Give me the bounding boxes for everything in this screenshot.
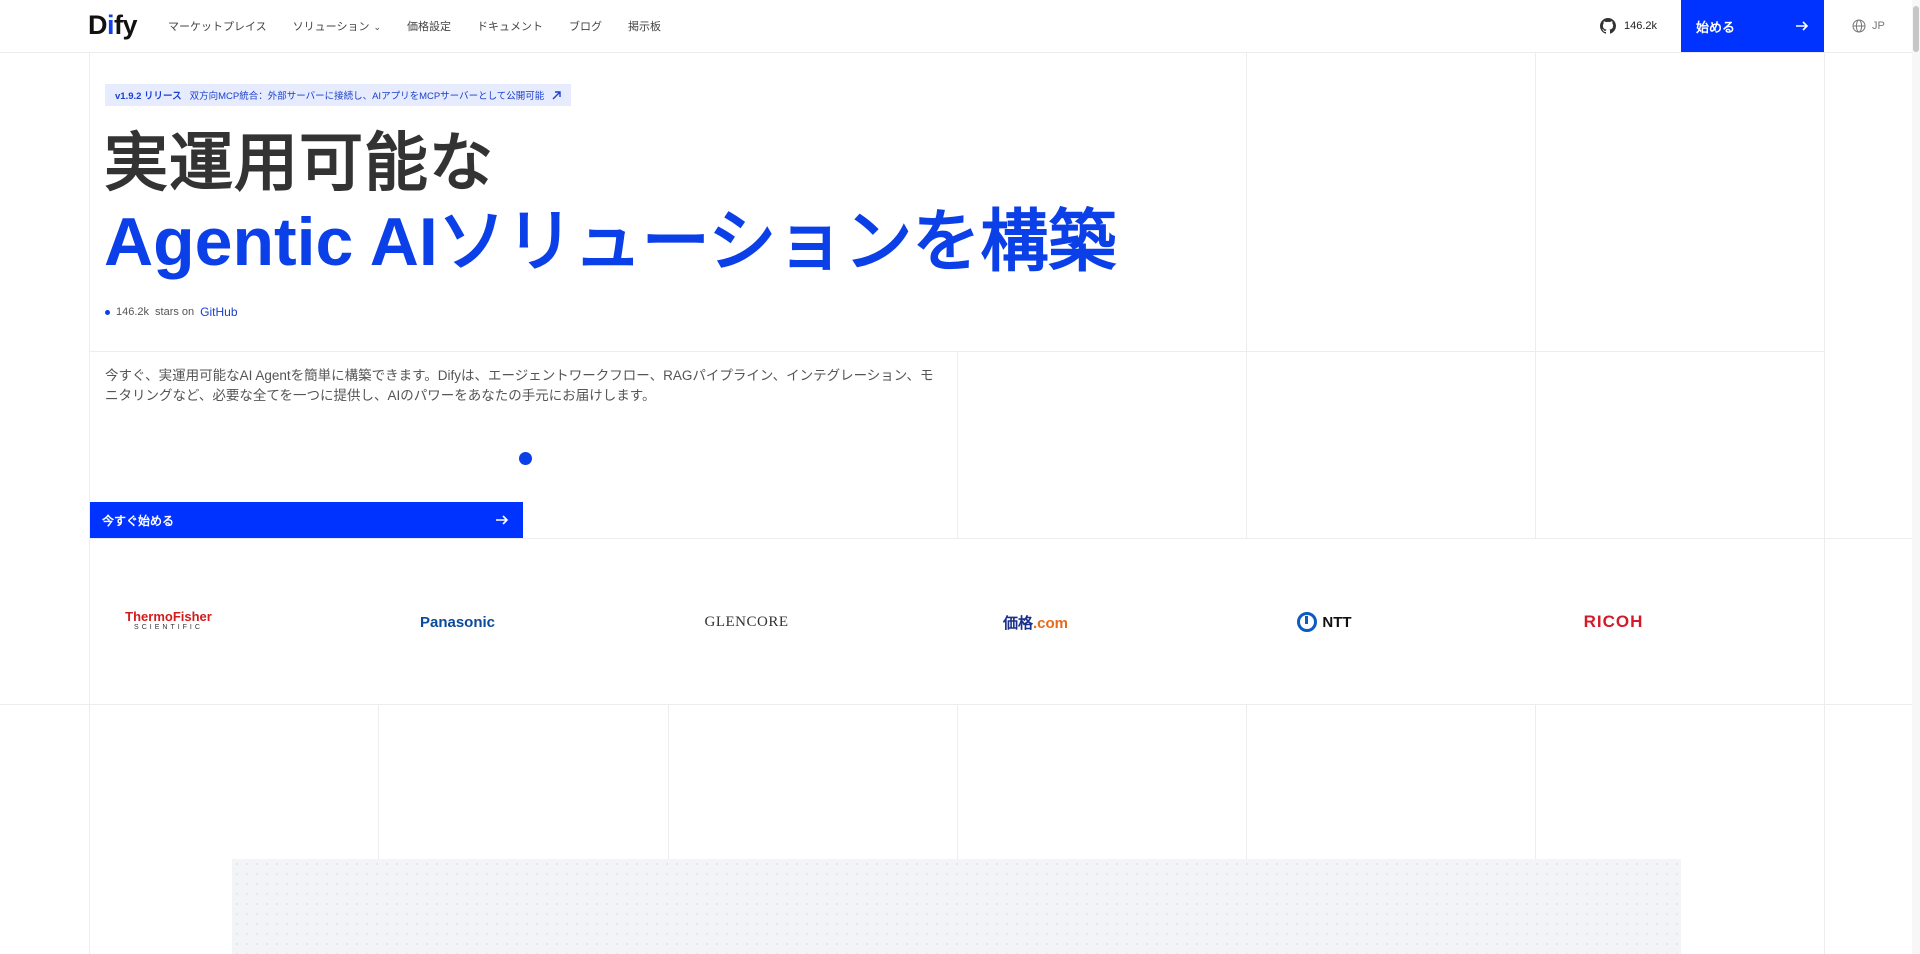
grid-line [1824, 52, 1825, 954]
grid-line [89, 351, 1825, 352]
language-code: JP [1872, 20, 1885, 32]
arrow-right-icon [1796, 21, 1809, 31]
logo-ntt: NTT [1180, 592, 1469, 652]
start-now-button[interactable]: 今すぐ始める [90, 502, 523, 538]
github-stars-note: 146.2k stars on GitHub [105, 305, 238, 319]
globe-icon [1852, 19, 1866, 33]
github-icon [1600, 18, 1616, 34]
grid-line [1246, 52, 1247, 538]
hero-title-line2: Agentic AIソリューションを構築 [104, 204, 1117, 280]
github-link[interactable]: GitHub [200, 305, 237, 319]
github-star-count: 146.2k [1624, 20, 1658, 32]
scrollbar-thumb[interactable] [1913, 6, 1919, 52]
grid-line [957, 352, 958, 538]
dify-logo[interactable]: Dify [88, 10, 138, 41]
bullet-dot [105, 309, 110, 315]
grid-line [89, 538, 1913, 539]
external-arrow-icon [552, 90, 562, 99]
get-started-button[interactable]: 始める [1681, 0, 1824, 52]
release-announcement[interactable]: v1.9.2 リリース 双方向MCP統合：外部サーバーに接続し、AIアプリをMC… [105, 84, 572, 106]
stars-mid-text: stars on [155, 306, 195, 318]
decorative-dot [519, 452, 532, 465]
logo-glencore: GLENCORE [704, 613, 789, 630]
main-nav: マーケットプレイス ソリューション ⌄ 価格設定 ドキュメント ブログ 掲示板 [168, 0, 661, 52]
release-version: v1.9.2 リリース [115, 91, 182, 102]
ntt-mark-icon [1297, 612, 1318, 632]
language-switcher[interactable]: JP [1852, 0, 1885, 52]
nav-pricing[interactable]: 価格設定 [407, 18, 451, 34]
arrow-right-icon [496, 515, 509, 525]
grid-line [1535, 52, 1536, 538]
hero-title-line1: 実運用可能な [104, 127, 494, 199]
chevron-down-icon: ⌄ [373, 22, 381, 32]
nav-marketplace[interactable]: マーケットプレイス [168, 18, 267, 34]
github-stars-link[interactable]: 146.2k [1600, 0, 1657, 52]
start-now-label: 今すぐ始める [102, 513, 175, 528]
top-header: Dify マーケットプレイス ソリューション ⌄ 価格設定 ドキュメント ブログ … [0, 0, 1920, 53]
get-started-label: 始める [1696, 19, 1736, 35]
stars-count: 146.2k [116, 306, 150, 318]
product-demo-panel [232, 859, 1681, 954]
logo-panasonic: Panasonic [419, 613, 496, 631]
grid-line [0, 704, 1912, 705]
logo-kakaku: 価格.com [1002, 614, 1069, 632]
nav-docs[interactable]: ドキュメント [477, 18, 543, 34]
logo-thermofisher: ThermoFisher SCIENTIFIC [125, 609, 212, 631]
logo-ricoh: RICOH [1583, 612, 1644, 631]
nav-solutions[interactable]: ソリューション ⌄ [293, 18, 381, 34]
release-text: 双方向MCP統合：外部サーバーに接続し、AIアプリをMCPサーバーとして公開可能 [189, 91, 545, 102]
hero-description: 今すぐ、実運用可能なAI Agentを簡単に構築できます。Difyは、エージェン… [105, 368, 934, 403]
page-scrollbar[interactable] [1912, 0, 1920, 954]
nav-blog[interactable]: ブログ [569, 18, 602, 34]
nav-forum[interactable]: 掲示板 [628, 18, 661, 34]
